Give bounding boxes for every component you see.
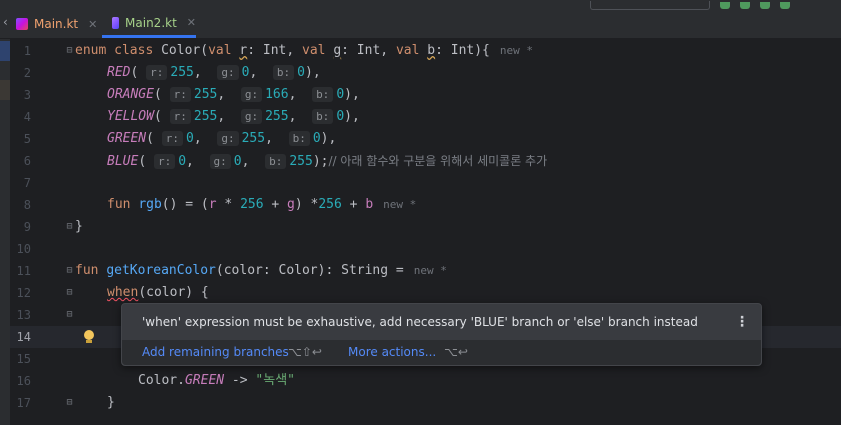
sidebar-selection bbox=[0, 41, 10, 61]
tab-label: Main2.kt bbox=[125, 15, 177, 30]
tab-main2-kt[interactable]: Main2.kt ✕ bbox=[102, 10, 196, 38]
line-number: 7 bbox=[23, 176, 31, 190]
code-text: YELLOW( r: 255, g: 255, b: 0), bbox=[107, 109, 360, 124]
add-remaining-branches-link[interactable]: Add remaining branches bbox=[142, 345, 289, 359]
code-line[interactable]: 10 bbox=[10, 238, 841, 260]
line-number: 10 bbox=[16, 242, 31, 256]
line-number: 8 bbox=[23, 198, 31, 212]
code-text: RED( r: 255, g: 0, b: 0), bbox=[107, 65, 321, 80]
code-text: } bbox=[107, 395, 115, 410]
project-sidebar bbox=[0, 39, 10, 425]
shortcut-label: ⌥⇧↩ bbox=[288, 345, 322, 359]
line-number: 5 bbox=[23, 132, 31, 146]
shortcut-label: ⌥↩ bbox=[444, 345, 468, 359]
back-icon[interactable] bbox=[570, 2, 580, 9]
code-line[interactable]: 12 ⊟ when(color) { bbox=[10, 282, 841, 304]
tab-main-kt[interactable]: Main.kt ✕ bbox=[16, 10, 100, 38]
error-message: 'when' expression must be exhaustive, ad… bbox=[142, 315, 698, 329]
line-number: 2 bbox=[23, 66, 31, 80]
line-number: 16 bbox=[16, 374, 31, 388]
chevron-left-icon[interactable]: ‹ bbox=[3, 15, 8, 29]
kotlin-file-icon bbox=[112, 16, 120, 29]
line-number: 17 bbox=[16, 396, 31, 410]
code-text: BLUE( r: 0, g: 0, b: 255);// 아래 함수와 구분을 위해서… bbox=[107, 154, 548, 169]
code-line[interactable]: 2 RED( r: 255, g: 0, b: 0), bbox=[10, 62, 841, 84]
more-actions-link[interactable]: More actions... bbox=[348, 345, 436, 359]
code-line[interactable]: 8 fun rgb() = (r * 256 + g) *256 + b new … bbox=[10, 194, 841, 216]
run-configuration-select[interactable] bbox=[590, 0, 710, 10]
code-line[interactable]: 11 ⊟ fun getKoreanColor(color: Color): S… bbox=[10, 260, 841, 282]
code-line[interactable]: 6 BLUE( r: 0, g: 0, b: 255);// 아래 함수와 구분을 위… bbox=[10, 150, 841, 172]
run-controls bbox=[570, 0, 790, 10]
code-text: } bbox=[75, 219, 83, 234]
line-number: 6 bbox=[23, 154, 31, 168]
close-icon[interactable]: ✕ bbox=[88, 18, 97, 31]
code-line[interactable]: 7 bbox=[10, 172, 841, 194]
code-line[interactable]: 1 ⊟ enum class Color(val r: Int, val g: … bbox=[10, 40, 841, 62]
profile-icon[interactable] bbox=[780, 1, 790, 9]
author-hint: new * bbox=[383, 198, 417, 211]
code-line[interactable]: 17 ⊟ } bbox=[10, 392, 841, 414]
author-hint: new * bbox=[499, 44, 534, 57]
code-text: enum class Color(val r: Int, val g: Int,… bbox=[75, 43, 534, 58]
code-line[interactable]: 16 Color.GREEN -> "녹색" bbox=[10, 370, 841, 392]
code-line[interactable]: 5 GREEN( r: 0, g: 255, b: 0), bbox=[10, 128, 841, 150]
line-number: 13 bbox=[16, 308, 31, 322]
line-number: 14 bbox=[16, 330, 31, 344]
code-line[interactable]: 4 YELLOW( r: 255, g: 255, b: 0), bbox=[10, 106, 841, 128]
error-tooltip-popup: 'when' expression must be exhaustive, ad… bbox=[121, 303, 762, 366]
lightbulb-icon[interactable] bbox=[82, 330, 96, 344]
fold-icon[interactable]: ⊟ bbox=[65, 287, 74, 298]
code-text: fun getKoreanColor(color: Color): String… bbox=[75, 263, 447, 278]
code-text: GREEN( r: 0, g: 255, b: 0), bbox=[107, 131, 337, 146]
code-line[interactable]: 9 ⊟ } bbox=[10, 216, 841, 238]
fold-icon[interactable]: ⊟ bbox=[65, 221, 74, 232]
code-text: Color.GREEN -> "녹색" bbox=[138, 373, 295, 388]
more-options-icon[interactable]: ⋮ bbox=[735, 314, 749, 330]
line-number: 12 bbox=[16, 286, 31, 300]
fold-icon[interactable]: ⊟ bbox=[65, 265, 74, 276]
author-hint: new * bbox=[413, 264, 447, 277]
coverage-icon[interactable] bbox=[760, 1, 770, 9]
code-text: ORANGE( r: 255, g: 166, b: 0), bbox=[107, 87, 360, 102]
line-number: 4 bbox=[23, 110, 31, 124]
quick-fix-actions: Add remaining branches ⌥⇧↩ More actions.… bbox=[122, 340, 761, 365]
line-number: 3 bbox=[23, 88, 31, 102]
fold-icon[interactable]: ⊟ bbox=[65, 397, 74, 408]
run-icon[interactable] bbox=[720, 1, 730, 9]
code-text: fun rgb() = (r * 256 + g) *256 + b new * bbox=[107, 197, 417, 212]
line-number: 15 bbox=[16, 352, 31, 366]
code-text: when(color) { bbox=[107, 285, 209, 300]
line-number: 1 bbox=[23, 44, 31, 58]
kotlin-file-icon bbox=[16, 18, 28, 30]
main-toolbar bbox=[0, 0, 841, 10]
code-line[interactable]: 3 ORANGE( r: 255, g: 166, b: 0), bbox=[10, 84, 841, 106]
editor-tab-bar: ‹ Main.kt ✕ Main2.kt ✕ bbox=[0, 10, 841, 39]
tab-label: Main.kt bbox=[34, 17, 79, 31]
fold-icon[interactable]: ⊟ bbox=[65, 45, 74, 56]
debug-icon[interactable] bbox=[740, 1, 750, 9]
fold-icon[interactable]: ⊟ bbox=[65, 309, 74, 320]
close-icon[interactable]: ✕ bbox=[187, 16, 196, 29]
line-number: 11 bbox=[16, 264, 31, 278]
line-number: 9 bbox=[23, 220, 31, 234]
sidebar-item bbox=[0, 80, 10, 100]
